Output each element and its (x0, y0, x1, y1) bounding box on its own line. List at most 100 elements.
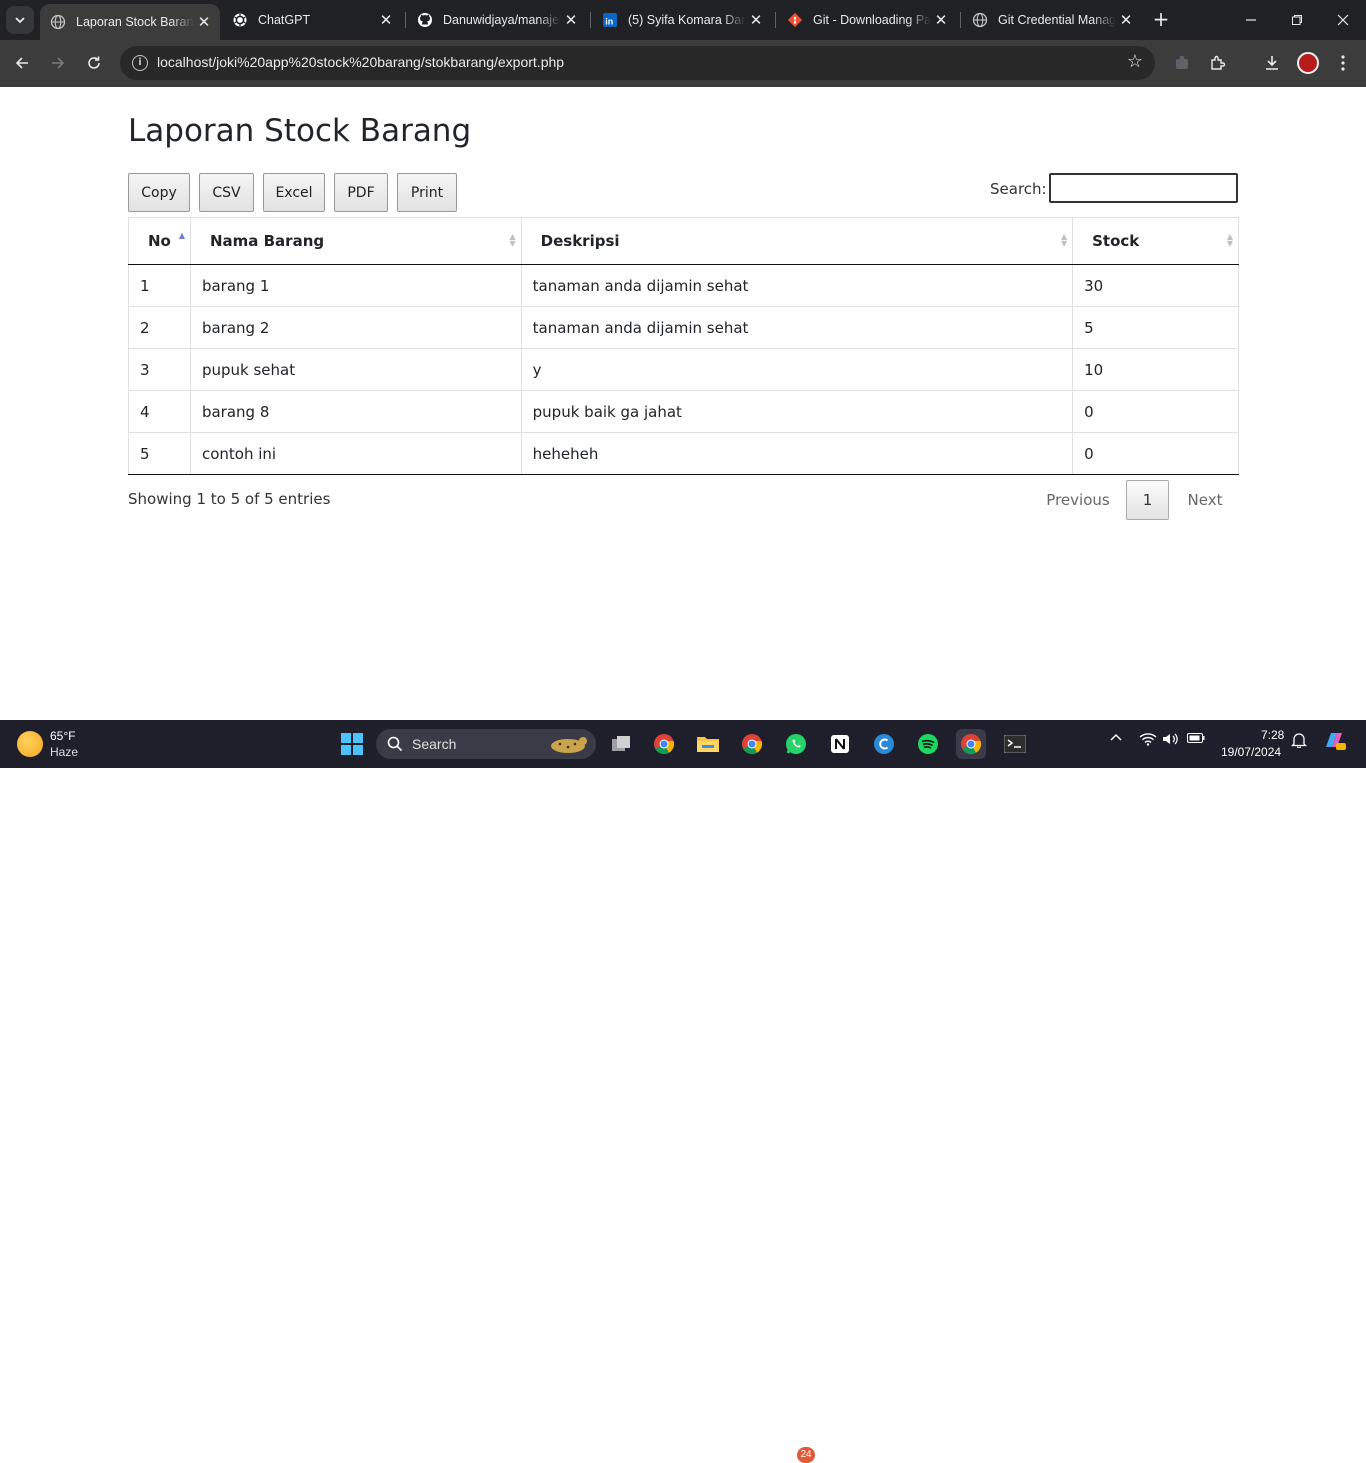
battery-icon[interactable] (1187, 732, 1205, 748)
tab-title: ChatGPT (258, 13, 311, 27)
tab-title: Git Credential Manager (998, 13, 1116, 27)
table-row: 2 barang 2 tanaman anda dijamin sehat 5 (128, 306, 1239, 349)
clock-time[interactable]: 7:28 (1261, 728, 1284, 742)
tab-title: Laporan Stock Barang (76, 15, 194, 29)
taskbar-search-box[interactable]: Search (376, 729, 596, 759)
download-icon[interactable] (1261, 52, 1283, 74)
clock-date[interactable]: 19/07/2024 (1221, 745, 1281, 759)
bookmark-star-icon[interactable]: ☆ (1127, 51, 1143, 72)
column-header-label: Stock (1092, 232, 1140, 250)
whatsapp-icon[interactable] (781, 729, 811, 759)
tab-git-credential[interactable]: Git Credential Manager ✕ (962, 0, 1142, 40)
new-tab-plus-icon[interactable]: + (1150, 8, 1172, 30)
tab-chatgpt[interactable]: ChatGPT ✕ (222, 0, 402, 40)
spotify-icon[interactable] (913, 729, 943, 759)
previous-page-button[interactable]: Previous (1040, 480, 1116, 520)
back-arrow-icon[interactable] (7, 48, 37, 78)
pdf-button[interactable]: PDF (334, 173, 388, 212)
chatgpt-icon (232, 12, 248, 28)
cell-stock: 0 (1072, 390, 1239, 433)
close-window-icon[interactable] (1320, 0, 1366, 40)
search-icon (387, 736, 403, 752)
tab-separator (960, 12, 961, 28)
page-title: Laporan Stock Barang (128, 113, 472, 149)
forward-arrow-icon[interactable] (43, 48, 73, 78)
globe-icon (50, 14, 66, 30)
extensions-icon[interactable] (1207, 52, 1229, 74)
csv-button[interactable]: CSV (199, 173, 254, 212)
tab-separator (590, 12, 591, 28)
cell-deskripsi: tanaman anda dijamin sehat (520, 264, 1074, 307)
cell-stock: 10 (1072, 348, 1239, 391)
close-icon[interactable]: ✕ (1116, 11, 1136, 29)
close-icon[interactable]: ✕ (746, 11, 766, 29)
current-page-button[interactable]: 1 (1126, 480, 1169, 520)
globe-icon (972, 12, 988, 28)
column-header-no[interactable]: No ▲ (128, 217, 191, 265)
tab-git-download[interactable]: Git - Downloading Package ✕ (777, 0, 957, 40)
copy-button[interactable]: Copy (128, 173, 190, 212)
cell-nama-barang: contoh ini (189, 432, 522, 475)
notion-icon[interactable] (825, 729, 855, 759)
taskbar-search-label: Search (412, 736, 457, 752)
cell-no: 1 (128, 264, 191, 307)
chevron-up-icon[interactable] (1110, 732, 1122, 748)
next-page-button[interactable]: Next (1178, 480, 1232, 520)
weather-haze-icon[interactable] (17, 731, 43, 757)
sort-icon: ▲ ▼ (1060, 232, 1068, 248)
minimize-icon[interactable] (1228, 0, 1274, 40)
cell-no: 2 (128, 306, 191, 349)
copilot-icon[interactable] (1322, 729, 1346, 757)
notification-bell-icon[interactable] (1290, 732, 1308, 752)
table-row: 3 pupuk sehat y 10 (128, 348, 1239, 391)
reload-icon[interactable] (79, 48, 109, 78)
search-input[interactable] (1049, 173, 1238, 203)
terminal-icon[interactable] (1000, 729, 1030, 759)
address-bar[interactable]: i localhost/joki%20app%20stock%20barang/… (120, 46, 1155, 80)
wifi-icon[interactable] (1139, 732, 1157, 750)
sort-icon: ▲ ▼ (1226, 232, 1233, 248)
weather-temperature[interactable]: 65°F (50, 729, 75, 743)
table-row: 5 contoh ini heheheh 0 (128, 432, 1239, 475)
tab-laporan-stock[interactable]: Laporan Stock Barang ✕ (40, 4, 220, 40)
close-icon[interactable]: ✕ (376, 11, 396, 29)
volume-icon[interactable] (1162, 732, 1178, 750)
task-view-icon[interactable] (606, 729, 636, 759)
cell-no: 4 (128, 390, 191, 433)
tab-search-button[interactable] (6, 6, 34, 34)
print-button[interactable]: Print (397, 173, 457, 212)
svg-text:in: in (605, 17, 613, 27)
cell-deskripsi: heheheh (520, 432, 1074, 475)
chrome-active-icon[interactable] (956, 729, 986, 759)
windows-taskbar: 65°F Haze Search 24 7:28 19/07/2024 (0, 720, 1366, 1463)
tab-github[interactable]: Danuwidjaya/manajemen ✕ (407, 0, 587, 40)
cell-stock: 5 (1072, 306, 1239, 349)
more-vertical-icon[interactable] (1332, 52, 1354, 74)
table-header-row: No ▲ Nama Barang ▲ ▼ Deskripsi ▲ ▼ Stock ▲… (128, 217, 1239, 265)
canva-icon[interactable] (869, 729, 899, 759)
column-header-stock[interactable]: Stock ▲ ▼ (1072, 217, 1239, 265)
extension-puzzle-icon[interactable] (1171, 52, 1193, 74)
tab-linkedin[interactable]: in (5) Syifa Komara Danu ✕ (592, 0, 772, 40)
site-info-icon[interactable]: i (132, 55, 148, 71)
profile-avatar[interactable] (1297, 52, 1319, 74)
column-header-deskripsi[interactable]: Deskripsi ▲ ▼ (520, 217, 1074, 265)
cell-deskripsi: y (520, 348, 1074, 391)
tab-title: (5) Syifa Komara Danu (628, 13, 746, 27)
close-icon[interactable]: ✕ (931, 11, 951, 29)
close-icon[interactable]: ✕ (194, 13, 214, 31)
cell-nama-barang: barang 2 (189, 306, 522, 349)
file-explorer-icon[interactable] (693, 729, 723, 759)
restore-icon[interactable] (1274, 0, 1320, 40)
url-text[interactable]: localhost/joki%20app%20stock%20barang/st… (157, 54, 564, 70)
column-header-nama-barang[interactable]: Nama Barang ▲ ▼ (189, 217, 522, 265)
tab-bar: Laporan Stock Barang ✕ ChatGPT ✕ Danuwid… (0, 0, 1366, 40)
windows-start-icon[interactable] (337, 729, 367, 759)
table-info-text: Showing 1 to 5 of 5 entries (128, 490, 331, 508)
chrome-icon[interactable] (649, 729, 679, 759)
close-icon[interactable]: ✕ (561, 11, 581, 29)
excel-button[interactable]: Excel (263, 173, 325, 212)
column-header-label: Nama Barang (209, 232, 325, 250)
weather-condition[interactable]: Haze (50, 745, 78, 759)
chrome-profile-icon[interactable] (737, 729, 767, 759)
